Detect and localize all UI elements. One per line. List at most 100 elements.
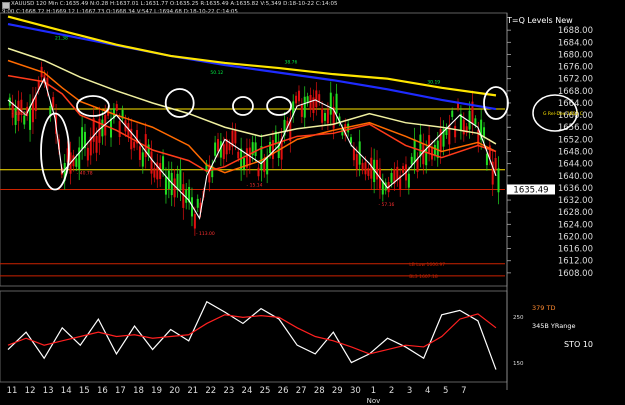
price-candle-body — [260, 146, 263, 170]
price-annotation: - 113.00 — [196, 231, 215, 237]
y-tick-label: 1672.00 — [558, 75, 593, 85]
oscillator-title: STO 10 — [564, 340, 593, 349]
annotation-ellipse — [40, 112, 70, 191]
price-candle-body — [214, 142, 217, 156]
x-tick-label: 14 — [61, 386, 72, 396]
price-candle-body — [396, 166, 399, 181]
x-tick-label: 20 — [169, 386, 180, 396]
x-tick-label: 13 — [43, 386, 54, 396]
price-candle-body — [193, 213, 196, 229]
price-candle-body — [17, 100, 20, 122]
x-tick-label: 3 — [407, 386, 412, 396]
y-tick-label: 1612.00 — [558, 257, 593, 267]
y-tick-label: 1668.00 — [558, 87, 593, 97]
price-candle-body — [234, 129, 237, 144]
x-tick-label: 19 — [151, 386, 162, 396]
price-candle-body — [433, 144, 436, 156]
price-candle-body — [425, 148, 428, 166]
price-candle-body — [485, 153, 488, 166]
chart-window: XAUUSD 120 Min C:1635.49 N:0.28 H:1637.0… — [0, 0, 625, 405]
price-candle-body — [335, 93, 338, 114]
x-tick-label: 28 — [314, 386, 325, 396]
chart-canvas[interactable]: 1608.00 1612.00 1616.00 1620.00 1624.00 1628.… — [0, 0, 625, 405]
annotation-ellipse — [266, 96, 292, 116]
price-candle-body — [86, 147, 89, 161]
price-candle-body — [115, 104, 118, 111]
price-candle-body — [329, 92, 332, 115]
x-tick-label: 5 — [443, 386, 448, 396]
x-tick-label: 24 — [242, 386, 253, 396]
price-candle-body — [364, 162, 367, 175]
price-candle-body — [462, 119, 465, 135]
price-candle-body — [297, 90, 300, 102]
price-candle-body — [300, 104, 303, 117]
price-annotation: - 40.56 — [12, 111, 28, 117]
x-tick-label: 26 — [278, 386, 289, 396]
y-tick-label: 1608.00 — [558, 269, 593, 279]
oscillator-series-line — [7, 300, 497, 370]
x-tick-label: 7 — [461, 386, 466, 396]
price-candle-body — [271, 140, 274, 160]
y-tick-label: 1684.00 — [558, 38, 593, 48]
price-candle-body — [179, 169, 182, 191]
price-candle-body — [133, 141, 136, 148]
price-annotation: - 40.78 — [77, 170, 93, 176]
price-candle-body — [315, 90, 318, 108]
y-tick-label: 1648.00 — [558, 148, 593, 158]
price-candle-body — [52, 97, 55, 108]
x-tick-label: 23 — [223, 386, 234, 396]
price-candle-body — [254, 142, 257, 156]
price-candle-body — [326, 109, 329, 124]
price-annotation: - 15.14 — [247, 182, 263, 188]
price-candle-body — [376, 159, 379, 180]
x-tick-label: 17 — [115, 386, 126, 396]
price-candle-body — [497, 168, 500, 193]
price-candle-body — [402, 166, 405, 173]
price-candle-body — [78, 147, 81, 170]
last-price-label: 1635.49 — [513, 185, 548, 195]
price-annotation: 21.38 — [55, 35, 68, 41]
y-tick-label: 1688.00 — [558, 26, 593, 36]
month-label: Nov — [367, 397, 381, 405]
price-candle-body — [138, 146, 141, 160]
price-candle-body — [222, 144, 225, 160]
price-candle-body — [367, 167, 370, 176]
price-series-line — [7, 15, 497, 97]
price-candle-body — [422, 143, 425, 165]
x-tick-label: 15 — [79, 386, 90, 396]
price-candle-body — [321, 108, 324, 123]
price-candle-body — [228, 143, 231, 151]
price-candle-body — [454, 125, 457, 138]
price-candle-body — [468, 110, 471, 130]
annotation-ellipse — [483, 86, 509, 120]
price-candle-body — [428, 135, 431, 153]
y-tick-label: 1632.00 — [558, 196, 593, 206]
price-candle-body — [474, 118, 477, 125]
price-candle-body — [81, 127, 84, 149]
price-candle-body — [407, 173, 410, 188]
y-tick-label: 1652.00 — [558, 135, 593, 145]
x-tick-label: 29 — [332, 386, 343, 396]
y-tick-label: 1640.00 — [558, 172, 593, 182]
price-candle-body — [410, 156, 413, 165]
annotation-ellipse — [232, 96, 254, 116]
level-label: LB Low 1606.97 — [409, 262, 445, 268]
price-candle-body — [243, 158, 246, 170]
price-candle-body — [266, 157, 269, 175]
price-candle-body — [413, 139, 416, 163]
y-tick-label: 1636.00 — [558, 184, 593, 194]
price-candle-body — [173, 178, 176, 198]
x-tick-label: 2 — [389, 386, 394, 396]
price-candle-body — [439, 128, 442, 153]
price-annotation: - 57.16 — [378, 202, 394, 208]
price-candle-body — [153, 168, 156, 178]
price-candle-body — [352, 148, 355, 161]
x-tick-label: 1 — [371, 386, 376, 396]
annotation-ellipse — [164, 88, 195, 118]
oscillator-series-line — [7, 313, 497, 355]
price-candle-body — [494, 157, 497, 170]
price-candle-body — [95, 136, 98, 153]
price-candle-body — [416, 158, 419, 172]
x-tick-label: 4 — [425, 386, 430, 396]
price-candle-body — [419, 134, 422, 157]
